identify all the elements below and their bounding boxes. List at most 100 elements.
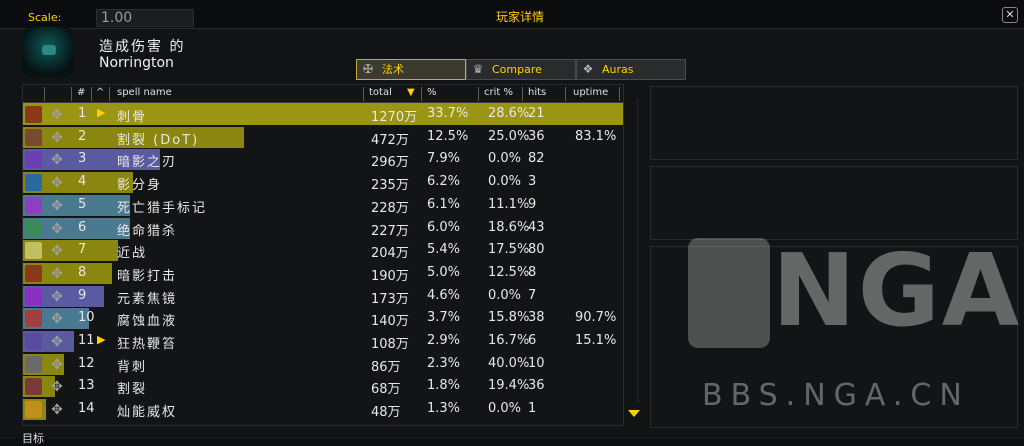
spell-name: 死亡猎手标记 bbox=[117, 200, 208, 216]
hits-value: 36 bbox=[528, 378, 545, 394]
tab-spells[interactable]: ✠ 法术 bbox=[356, 59, 466, 80]
table-row[interactable]: ✥ 14 灿能威权 48万 1.3% 0.0% 1 bbox=[23, 398, 623, 421]
crit-value: 12.5% bbox=[488, 264, 530, 280]
drill-down-icon[interactable]: ✥ bbox=[50, 244, 64, 258]
spell-name: 暗影之刃 bbox=[117, 155, 178, 171]
table-row[interactable]: ✥ 6 绝命猎杀 227万 6.0% 18.6% 43 bbox=[23, 217, 623, 239]
drill-down-icon[interactable]: ✥ bbox=[50, 290, 64, 304]
drill-down-icon[interactable]: ✥ bbox=[50, 335, 64, 349]
pct-value: 2.9% bbox=[427, 333, 461, 348]
header-uptime[interactable]: uptime bbox=[573, 87, 608, 98]
spell-icon bbox=[25, 174, 42, 192]
drill-down-icon[interactable]: ✥ bbox=[50, 199, 64, 213]
drill-down-icon[interactable]: ✥ bbox=[50, 403, 64, 417]
row-index: 8 bbox=[78, 264, 87, 280]
drill-down-icon[interactable]: ✥ bbox=[50, 131, 64, 145]
pct-value: 6.1% bbox=[427, 196, 461, 212]
crit-value: 19.4% bbox=[488, 378, 530, 394]
spell-icon bbox=[25, 401, 42, 419]
expand-arrow-icon[interactable]: ▶ bbox=[97, 106, 105, 119]
drill-down-icon[interactable]: ✥ bbox=[50, 312, 64, 326]
spell-icon bbox=[25, 287, 42, 305]
drill-down-icon[interactable]: ✥ bbox=[50, 358, 64, 372]
crit-value: 40.0% bbox=[488, 355, 530, 371]
table-row[interactable]: ✥ 7 近战 204万 5.4% 17.5% 80 bbox=[23, 239, 623, 262]
row-index: 2 bbox=[78, 128, 87, 144]
table-row[interactable]: ✥ 12 背刺 86万 2.3% 40.0% 10 bbox=[23, 353, 623, 375]
table-row[interactable]: ✥ 4 影分身 235万 6.2% 0.0% 3 bbox=[23, 171, 623, 194]
header-caret[interactable]: ^ bbox=[96, 87, 104, 98]
header-spell-name[interactable]: spell name bbox=[117, 87, 172, 98]
spell-name: 影分身 bbox=[117, 178, 163, 194]
drill-down-icon[interactable]: ✥ bbox=[50, 222, 64, 236]
row-index: 13 bbox=[78, 378, 95, 394]
total-value: 108万 bbox=[371, 337, 409, 352]
spell-name: 元素焦镜 bbox=[117, 291, 178, 307]
drill-down-icon[interactable]: ✥ bbox=[50, 267, 64, 281]
drill-down-icon[interactable]: ✥ bbox=[50, 380, 64, 394]
drill-down-icon[interactable]: ✥ bbox=[50, 108, 64, 122]
spell-name: 腐蚀血液 bbox=[117, 314, 178, 330]
crit-value: 0.0% bbox=[488, 151, 522, 167]
table-row[interactable]: ✥ 10 腐蚀血液 140万 3.7% 15.8% 38 90.7% bbox=[23, 307, 623, 330]
tab-label: Compare bbox=[492, 63, 542, 76]
scale-input[interactable]: 1.00 bbox=[96, 9, 194, 27]
table-row[interactable]: ✥ 11 ▶ 狂热鞭笞 108万 2.9% 16.7% 6 15.1% bbox=[23, 330, 623, 352]
crit-value: 18.6% bbox=[488, 219, 530, 235]
spell-icon bbox=[25, 264, 42, 282]
header-crit[interactable]: crit % bbox=[484, 87, 513, 98]
tab-compare[interactable]: ♛ Compare bbox=[466, 59, 576, 80]
scale-label: Scale: bbox=[28, 11, 62, 24]
hits-value: 36 bbox=[528, 128, 545, 144]
header-index[interactable]: # bbox=[77, 87, 85, 98]
table-header: # ^ spell name total ▼ % crit % hits upt… bbox=[23, 85, 623, 103]
spell-icon bbox=[25, 242, 42, 260]
player-portrait bbox=[22, 27, 74, 77]
total-value: 296万 bbox=[371, 155, 409, 171]
crit-value: 11.1% bbox=[488, 196, 530, 212]
pct-value: 2.3% bbox=[427, 355, 461, 371]
header-pct[interactable]: % bbox=[427, 87, 437, 98]
spell-icon bbox=[25, 378, 42, 396]
crit-value: 15.8% bbox=[488, 310, 530, 326]
sort-desc-icon: ▼ bbox=[407, 87, 415, 98]
total-value: 204万 bbox=[371, 246, 409, 262]
watermark: NGA BBS.NGA.CN bbox=[688, 232, 1019, 422]
table-row[interactable]: ✥ 1 ▶ 刺骨 1270万 33.7% 28.6% 21 bbox=[23, 103, 623, 125]
spell-name: 割裂 (DoT) bbox=[117, 132, 200, 148]
uptime-value: 15.1% bbox=[575, 333, 617, 348]
hits-value: 6 bbox=[528, 333, 537, 348]
hits-value: 82 bbox=[528, 151, 545, 167]
table-row[interactable]: ✥ 9 元素焦镜 173万 4.6% 0.0% 7 bbox=[23, 285, 623, 307]
table-row[interactable]: ✥ 3 暗影之刃 296万 7.9% 0.0% 82 bbox=[23, 148, 623, 171]
drill-down-icon[interactable]: ✥ bbox=[50, 153, 64, 167]
spell-icon bbox=[25, 151, 42, 169]
table-row[interactable]: ✥ 13 割裂 68万 1.8% 19.4% 36 bbox=[23, 375, 623, 398]
damage-heading: 造成伤害 的 bbox=[99, 39, 186, 55]
hits-value: 3 bbox=[528, 174, 537, 190]
tab-auras[interactable]: ❖ Auras bbox=[576, 59, 686, 80]
header-total[interactable]: total bbox=[369, 87, 392, 98]
header-hits[interactable]: hits bbox=[528, 87, 546, 98]
pct-value: 6.2% bbox=[427, 174, 461, 190]
expand-arrow-icon[interactable]: ▶ bbox=[97, 333, 105, 346]
scrollbar[interactable] bbox=[636, 98, 639, 403]
scroll-down-icon[interactable] bbox=[628, 410, 640, 417]
pct-value: 1.3% bbox=[427, 401, 461, 417]
drill-down-icon[interactable]: ✥ bbox=[50, 176, 64, 190]
table-row[interactable]: ✥ 5 死亡猎手标记 228万 6.1% 11.1% 9 bbox=[23, 194, 623, 216]
spell-icon bbox=[25, 333, 42, 350]
close-button[interactable]: ✕ bbox=[1002, 7, 1018, 23]
row-index: 6 bbox=[78, 219, 87, 235]
crit-value: 0.0% bbox=[488, 401, 522, 417]
table-row[interactable]: ✥ 2 割裂 (DoT) 472万 12.5% 25.0% 36 83.1% bbox=[23, 126, 623, 148]
total-value: 227万 bbox=[371, 223, 409, 239]
crit-value: 0.0% bbox=[488, 287, 522, 303]
row-index: 3 bbox=[78, 151, 87, 167]
table-row[interactable]: ✥ 8 暗影打击 190万 5.0% 12.5% 8 bbox=[23, 262, 623, 284]
hits-value: 10 bbox=[528, 355, 545, 371]
aura-icon: ❖ bbox=[582, 62, 594, 76]
pct-value: 4.6% bbox=[427, 287, 461, 303]
total-value: 472万 bbox=[371, 132, 409, 148]
spell-icon bbox=[25, 310, 42, 328]
